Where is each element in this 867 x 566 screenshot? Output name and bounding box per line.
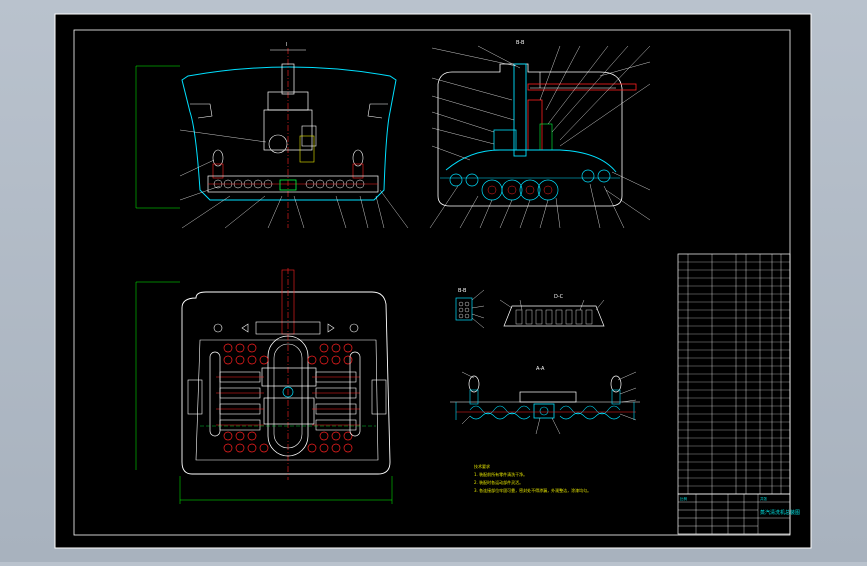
notes-line-1: 1. 装配前所有零件清洗干净。 (474, 471, 527, 477)
drawing-canvas: I B-B B-B D-C A-A 技术要求 1. 装配前所有零件清洗干净。 2… (54, 13, 812, 549)
notes-line-3: 3. 各连接部位牢固可靠，密封处不得渗漏，外观整洁，涂漆均匀。 (474, 487, 591, 493)
sheet-header: 共张 (760, 496, 768, 501)
drawing-title: 蒸汽清洗机总装图 (760, 509, 800, 516)
detail-right-label: D-C (554, 294, 564, 300)
drawing-sheet (54, 13, 812, 549)
section-label: A-A (536, 366, 545, 372)
notes-heading: 技术要求 (474, 463, 490, 469)
detail-left-label: B-B (458, 288, 467, 294)
scale-header: 比例 (680, 496, 688, 501)
front-view-label: I (286, 42, 287, 48)
cad-viewport[interactable]: I B-B B-B D-C A-A 技术要求 1. 装配前所有零件清洗干净。 2… (0, 0, 867, 562)
notes-line-2: 2. 装配时各运动部件灵活。 (474, 479, 523, 485)
side-view-label: B-B (516, 40, 525, 46)
